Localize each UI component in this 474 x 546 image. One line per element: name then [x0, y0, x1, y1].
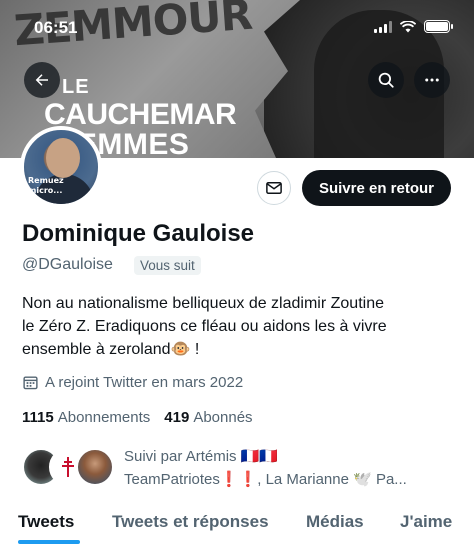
signal-icon — [374, 20, 392, 33]
active-tab-indicator — [18, 540, 80, 544]
followers-count: 419 — [164, 409, 190, 426]
joined-text: A rejoint Twitter en mars 2022 — [45, 374, 244, 391]
avatar-caption: Remuez micro... — [28, 176, 64, 196]
bio-line: ensemble à zeroland🐵 ! — [22, 341, 200, 358]
battery-icon — [424, 20, 453, 33]
follows-you-badge: Vous suit — [134, 256, 201, 275]
bio: Non au nationalisme belliqueux de zladim… — [22, 292, 462, 361]
status-time: 06:51 — [34, 18, 78, 37]
tab-likes[interactable]: J'aime — [400, 512, 452, 532]
avatar[interactable]: Remuez micro... — [20, 126, 102, 208]
followers-you-know-avatars[interactable] — [22, 448, 114, 488]
follow-stats: 1115 Abonnements 419 Abonnés — [22, 409, 253, 426]
avatar-head — [46, 138, 80, 178]
back-button[interactable] — [24, 62, 60, 98]
display-name: Dominique Gauloise — [22, 220, 255, 247]
joined-date: A rejoint Twitter en mars 2022 — [22, 374, 243, 391]
tab-media[interactable]: Médias — [306, 512, 364, 532]
handle: @DGauloise — [22, 256, 113, 273]
banner-text-le: LE — [62, 76, 90, 98]
following-count: 1115 — [22, 409, 54, 426]
follower-avatar — [76, 448, 114, 486]
following-label: Abonnements — [57, 409, 151, 426]
envelope-icon — [266, 182, 282, 194]
bio-line: le Zéro Z. Eradiquons ce fléau ou aidons… — [22, 318, 387, 335]
follow-back-button[interactable]: Suivre en retour — [302, 170, 451, 206]
followed-by-text[interactable]: Suivi par Artémis 🇫🇷🇫🇷 TeamPatriotes❗❗, … — [124, 445, 464, 491]
avatar-caption-line2: micro... — [28, 186, 63, 195]
arrow-left-icon — [35, 74, 48, 86]
following-link[interactable]: 1115 Abonnements — [22, 409, 150, 426]
message-button[interactable] — [257, 171, 291, 205]
search-button[interactable] — [368, 62, 404, 98]
tab-tweets[interactable]: Tweets — [18, 512, 74, 532]
followers-link[interactable]: 419 Abonnés — [164, 409, 252, 426]
status-icons — [374, 20, 453, 33]
followed-by-line1: Suivi par Artémis 🇫🇷🇫🇷 — [124, 448, 279, 465]
wifi-icon — [400, 20, 416, 32]
avatar-caption-line1: Remuez — [28, 176, 64, 185]
bio-line: Non au nationalisme belliqueux de zladim… — [22, 295, 384, 312]
tab-tweets-replies[interactable]: Tweets et réponses — [112, 512, 269, 532]
followers-label: Abonnés — [193, 409, 253, 426]
more-button[interactable] — [414, 62, 450, 98]
cross-of-lorraine-icon — [62, 457, 74, 477]
followed-by-line2: TeamPatriotes❗❗, La Marianne 🕊️ Pa... — [124, 471, 407, 488]
more-icon — [425, 78, 439, 82]
search-icon — [378, 72, 394, 88]
calendar-icon — [23, 376, 38, 390]
